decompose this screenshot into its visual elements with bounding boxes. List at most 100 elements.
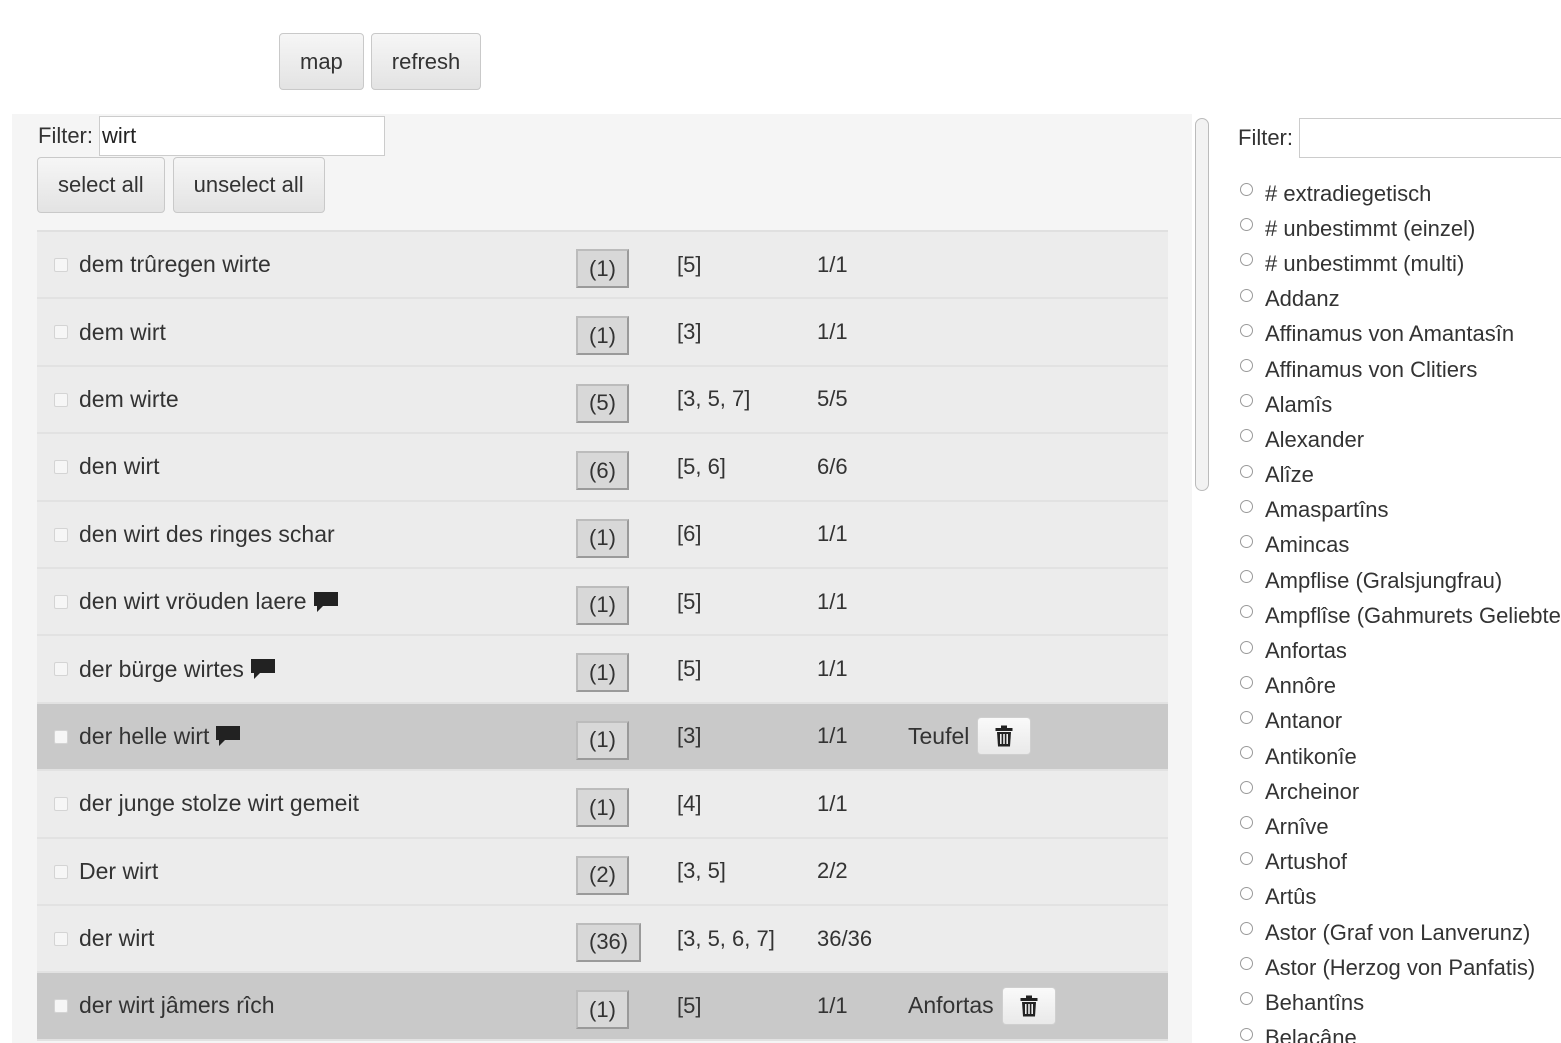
character-option[interactable]: Astor (Herzog von Panfatis) bbox=[1240, 950, 1561, 985]
character-option[interactable]: Anfortas bbox=[1240, 633, 1561, 668]
count-button[interactable]: (6) bbox=[576, 451, 629, 491]
map-button[interactable]: map bbox=[279, 33, 364, 90]
mention-row[interactable]: dem trûregen wirte (1) [5] 1/1 bbox=[37, 232, 1168, 300]
radio-icon[interactable] bbox=[1240, 253, 1253, 267]
radio-icon[interactable] bbox=[1240, 464, 1253, 478]
delete-assignment-button[interactable] bbox=[1001, 986, 1056, 1025]
mention-row[interactable]: dem wirt (1) [3] 1/1 bbox=[37, 299, 1168, 367]
row-checkbox[interactable] bbox=[54, 325, 68, 340]
radio-icon[interactable] bbox=[1240, 359, 1253, 373]
radio-icon[interactable] bbox=[1240, 323, 1253, 337]
mention-row[interactable]: den wirt des ringes schar (1) [6] 1/1 bbox=[37, 501, 1168, 569]
comment-icon[interactable] bbox=[313, 591, 339, 613]
unselect-all-button[interactable]: unselect all bbox=[172, 157, 325, 213]
mention-row[interactable]: der helle wirt (1) [3] 1/1 Teufel bbox=[37, 703, 1168, 772]
character-option[interactable]: Ampflise (Gralsjungfrau) bbox=[1240, 563, 1561, 598]
radio-icon[interactable] bbox=[1240, 605, 1253, 619]
row-checkbox[interactable] bbox=[54, 864, 68, 879]
mention-row[interactable]: Der wirt (2) [3, 5] 2/2 bbox=[37, 838, 1168, 906]
count-button[interactable]: (1) bbox=[576, 316, 629, 356]
character-option[interactable]: Belacâne bbox=[1240, 1021, 1561, 1043]
mention-row[interactable]: der junge stolze wirt gemeit (1) [4] 1/1 bbox=[37, 771, 1168, 839]
row-checkbox[interactable] bbox=[54, 931, 68, 946]
row-checkbox[interactable] bbox=[54, 258, 68, 272]
mention-row[interactable]: dem wirte (5) [3, 5, 7] 5/5 bbox=[37, 366, 1168, 435]
count-button[interactable]: (1) bbox=[576, 653, 629, 693]
mention-row[interactable]: der bürge wirtes (1) [5] 1/1 bbox=[37, 636, 1168, 704]
character-option[interactable]: Amaspartîns bbox=[1240, 493, 1561, 528]
radio-icon[interactable] bbox=[1240, 1027, 1253, 1041]
radio-icon[interactable] bbox=[1240, 957, 1253, 971]
character-option[interactable]: Astor (Graf von Lanverunz) bbox=[1240, 915, 1561, 950]
radio-icon[interactable] bbox=[1240, 816, 1253, 830]
character-option[interactable]: # extradiegetisch bbox=[1240, 176, 1561, 211]
comment-icon[interactable] bbox=[250, 658, 276, 680]
character-option[interactable]: Artûs bbox=[1240, 880, 1561, 915]
character-option[interactable]: Alîze bbox=[1240, 458, 1561, 493]
character-option[interactable]: Addanz bbox=[1240, 282, 1561, 317]
count-button[interactable]: (1) bbox=[576, 720, 629, 760]
count-button[interactable]: (1) bbox=[576, 518, 629, 558]
character-option[interactable]: Artushof bbox=[1240, 845, 1561, 880]
radio-icon[interactable] bbox=[1240, 183, 1253, 197]
count-button[interactable]: (1) bbox=[576, 249, 629, 288]
character-option[interactable]: # unbestimmt (einzel) bbox=[1240, 211, 1561, 246]
character-option[interactable]: Affinamus von Amantasîn bbox=[1240, 317, 1561, 352]
character-option[interactable]: Archeinor bbox=[1240, 774, 1561, 809]
radio-icon[interactable] bbox=[1240, 675, 1253, 689]
mention-row[interactable]: den wirt (6) [5, 6] 6/6 bbox=[37, 434, 1168, 502]
mention-row[interactable]: den wirt vröuden laere (1) [5] 1/1 bbox=[37, 568, 1168, 637]
radio-icon[interactable] bbox=[1240, 851, 1253, 865]
count-button[interactable]: (2) bbox=[576, 855, 629, 895]
characters-filter-input[interactable] bbox=[1299, 118, 1561, 158]
delete-assignment-button[interactable] bbox=[977, 717, 1032, 756]
row-checkbox[interactable] bbox=[54, 662, 68, 677]
character-option[interactable]: Alamîs bbox=[1240, 387, 1561, 422]
radio-icon[interactable] bbox=[1240, 992, 1253, 1006]
row-checkbox[interactable] bbox=[54, 527, 68, 542]
radio-icon[interactable] bbox=[1240, 534, 1253, 548]
row-checkbox[interactable] bbox=[54, 999, 68, 1014]
row-checkbox[interactable] bbox=[54, 392, 68, 407]
refresh-button[interactable]: refresh bbox=[370, 33, 482, 90]
select-all-button[interactable]: select all bbox=[37, 157, 165, 213]
character-option[interactable]: Arnîve bbox=[1240, 809, 1561, 844]
count-button[interactable]: (1) bbox=[576, 585, 629, 625]
radio-icon[interactable] bbox=[1240, 288, 1253, 302]
mention-row[interactable]: der wirt (36) [3, 5, 6, 7] 36/36 bbox=[37, 905, 1168, 974]
mention-label: den wirt vröuden laere bbox=[79, 569, 339, 634]
row-checkbox[interactable] bbox=[54, 797, 68, 812]
radio-icon[interactable] bbox=[1240, 710, 1253, 724]
mentions-scrollbar[interactable] bbox=[1195, 118, 1209, 491]
character-option[interactable]: Ampflîse (Gahmurets Geliebte) bbox=[1240, 598, 1561, 633]
character-option[interactable]: Behantîns bbox=[1240, 985, 1561, 1020]
character-option[interactable]: Alexander bbox=[1240, 422, 1561, 457]
radio-icon[interactable] bbox=[1240, 429, 1253, 443]
character-list: # extradiegetisch # unbestimmt (einzel) # … bbox=[1240, 176, 1561, 1043]
character-option[interactable]: # unbestimmt (multi) bbox=[1240, 246, 1561, 281]
radio-icon[interactable] bbox=[1240, 781, 1253, 795]
radio-icon[interactable] bbox=[1240, 922, 1253, 936]
row-checkbox[interactable] bbox=[54, 729, 68, 744]
radio-icon[interactable] bbox=[1240, 394, 1253, 408]
radio-icon[interactable] bbox=[1240, 218, 1253, 232]
mention-row[interactable]: der wirt jâmers rîch (1) [5] 1/1 Anfortas bbox=[37, 973, 1168, 1041]
radio-icon[interactable] bbox=[1240, 570, 1253, 584]
mentions-filter-input[interactable] bbox=[99, 116, 385, 156]
row-checkbox[interactable] bbox=[54, 460, 68, 475]
character-option[interactable]: Antanor bbox=[1240, 704, 1561, 739]
count-button[interactable]: (1) bbox=[576, 990, 629, 1030]
radio-icon[interactable] bbox=[1240, 746, 1253, 760]
character-option[interactable]: Antikonîe bbox=[1240, 739, 1561, 774]
row-checkbox[interactable] bbox=[54, 594, 68, 609]
character-option[interactable]: Annôre bbox=[1240, 669, 1561, 704]
count-button[interactable]: (1) bbox=[576, 788, 629, 828]
comment-icon[interactable] bbox=[215, 725, 241, 747]
radio-icon[interactable] bbox=[1240, 640, 1253, 654]
radio-icon[interactable] bbox=[1240, 499, 1253, 513]
radio-icon[interactable] bbox=[1240, 886, 1253, 900]
count-button[interactable]: (36) bbox=[576, 922, 642, 962]
character-option[interactable]: Amincas bbox=[1240, 528, 1561, 563]
count-button[interactable]: (5) bbox=[576, 383, 629, 423]
character-option[interactable]: Affinamus von Clitiers bbox=[1240, 352, 1561, 387]
